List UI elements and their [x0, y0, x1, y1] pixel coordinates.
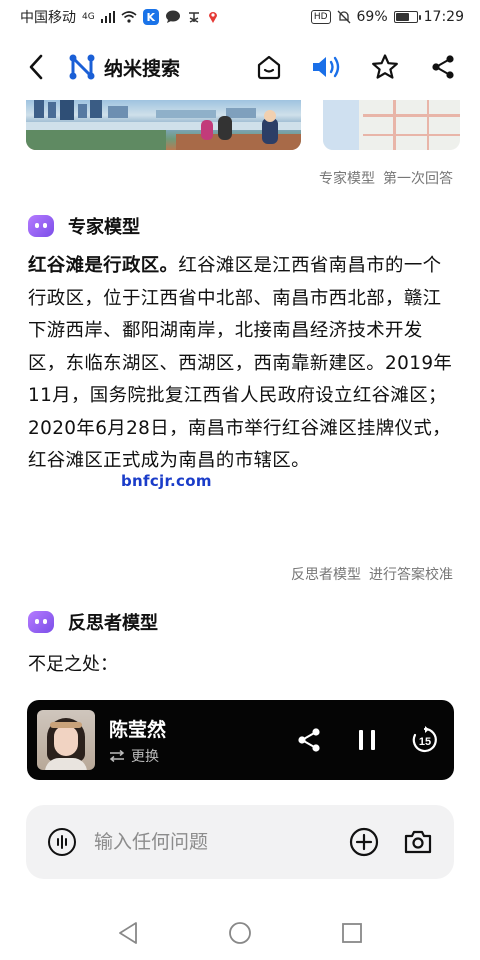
circle-home-icon [229, 921, 251, 944]
reflector-title: 反思者模型 [68, 613, 158, 634]
voice-wave-icon [48, 828, 76, 856]
location-icon [207, 10, 219, 24]
favorite-button[interactable] [366, 48, 404, 86]
reflector-subline: 不足之处： [28, 654, 118, 675]
map-water [322, 100, 359, 150]
expert-answer: 红谷滩是行政区。红谷滩区是江西省南昌市的一个行政区，位于江西省中北部、南昌市西北… [28, 250, 458, 478]
network-type: 4G [82, 12, 95, 22]
pause-icon [359, 730, 375, 750]
battery-fill [395, 13, 410, 21]
nav-actions [250, 48, 462, 86]
map-road [392, 100, 396, 150]
reflector-section-header: 反思者模型 [28, 609, 158, 635]
map-road [362, 114, 460, 117]
camera-icon [404, 830, 432, 854]
expert-title: 专家模型 [68, 217, 140, 238]
battery-percent: 69% [356, 9, 388, 25]
robot-icon [28, 611, 54, 633]
swap-icon [109, 749, 125, 762]
carrier-name: 中国移动 [20, 10, 76, 26]
status-bar: 中国移动 4G K HD 69% 17:29 [0, 0, 480, 34]
brand: 纳米搜索 [68, 53, 180, 81]
replay-15-label: 15 [419, 736, 431, 748]
city-skyline-image [26, 100, 301, 150]
settings-icon [187, 10, 201, 24]
add-attachment-button[interactable] [346, 824, 382, 860]
replay-15-icon: 15 [412, 726, 437, 753]
search-input[interactable] [94, 831, 334, 853]
expert-section-header: 专家模型 [28, 213, 140, 239]
map-road [426, 100, 429, 150]
player-actions: 15 [292, 723, 442, 757]
image-strip [26, 100, 460, 150]
expert-meta-note: 第一次回答 [383, 171, 453, 187]
clock-time: 17:29 [423, 9, 464, 25]
camera-button[interactable] [400, 824, 436, 860]
answer-headline: 红谷滩是行政区。 [28, 255, 179, 276]
map-road [362, 134, 460, 136]
query-bar [26, 805, 454, 879]
player-info: 陈莹然 更换 [109, 715, 166, 766]
watermark-text: bnfcjr.com [121, 472, 212, 490]
app-title: 纳米搜索 [104, 57, 181, 80]
reflector-meta-note: 进行答案校准 [369, 567, 453, 583]
robot-icon [28, 215, 54, 237]
switch-voice-button[interactable]: 更换 [109, 746, 166, 766]
input-actions [346, 824, 436, 860]
share-button[interactable] [424, 48, 462, 86]
mute-icon [337, 10, 351, 24]
switch-voice-label: 更换 [131, 748, 159, 765]
status-right: HD 69% 17:29 [310, 9, 464, 25]
speaker-icon [313, 56, 340, 78]
home-icon [257, 55, 281, 80]
message-icon [165, 10, 181, 24]
share-icon [298, 728, 320, 752]
square-recents-icon [342, 922, 362, 943]
map-card[interactable] [322, 100, 460, 150]
plus-circle-icon [349, 827, 379, 857]
home-button[interactable] [250, 48, 288, 86]
k-app-icon: K [142, 9, 159, 25]
reflector-meta: 反思者模型 进行答案校准 [291, 564, 453, 584]
avatar-face [54, 726, 78, 756]
signal-icon [100, 11, 115, 23]
share-icon [432, 55, 454, 79]
battery-icon [393, 11, 421, 23]
pause-button[interactable] [350, 723, 384, 757]
audio-player: 陈莹然 更换 15 [27, 700, 454, 780]
city-photo-card[interactable] [26, 100, 301, 150]
reflector-meta-model: 反思者模型 [291, 567, 361, 583]
system-recents-button[interactable] [336, 917, 368, 949]
triangle-back-icon [119, 921, 137, 944]
voice-input-button[interactable] [44, 824, 80, 860]
avatar-body [45, 758, 87, 770]
system-home-button[interactable] [224, 917, 256, 949]
back-button[interactable] [18, 49, 54, 85]
expert-meta-model: 专家模型 [319, 171, 375, 187]
wifi-icon [121, 11, 137, 23]
top-nav: 纳米搜索 [0, 34, 480, 100]
avatar [37, 710, 95, 770]
status-left: 中国移动 4G K [20, 7, 219, 27]
chevron-left-icon [29, 54, 43, 80]
nami-logo-icon [69, 54, 95, 80]
replay-15-button[interactable]: 15 [408, 723, 442, 757]
avatar-headband [50, 722, 82, 728]
player-share-button[interactable] [292, 723, 326, 757]
star-icon [372, 54, 398, 79]
hd-icon: HD [310, 10, 331, 24]
read-aloud-button[interactable] [308, 48, 346, 86]
voice-name: 陈莹然 [109, 718, 167, 741]
expert-meta: 专家模型 第一次回答 [319, 168, 453, 188]
system-back-button[interactable] [112, 917, 144, 949]
answer-body: 红谷滩区是江西省南昌市的一个行政区，位于江西省中北部、南昌市西北部，赣江下游西岸… [28, 255, 453, 471]
system-navigation [0, 905, 480, 960]
